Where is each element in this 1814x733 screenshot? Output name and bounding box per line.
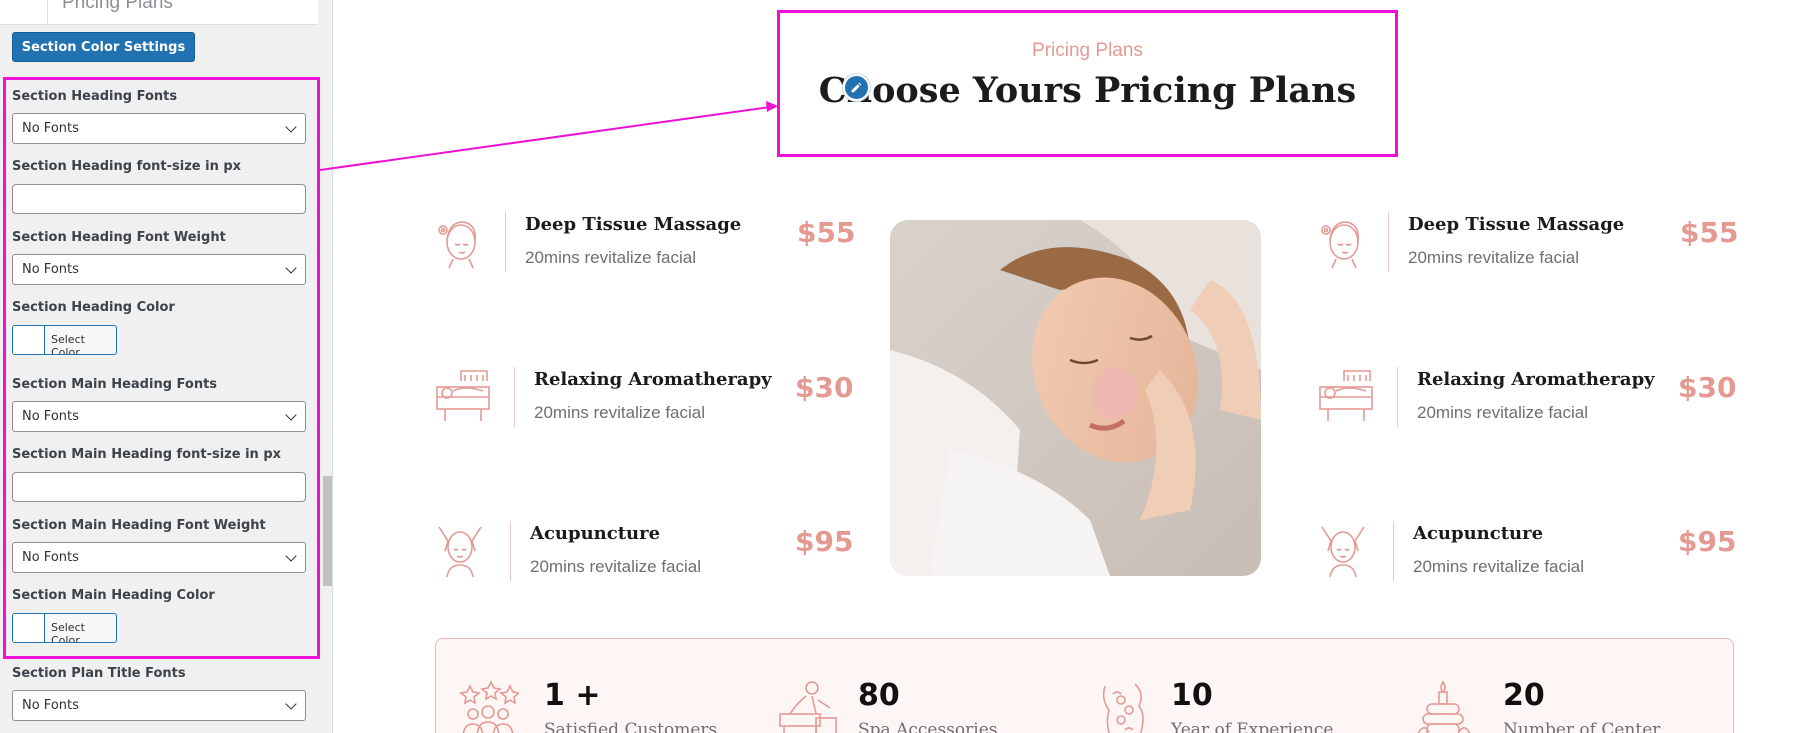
color-swatch bbox=[13, 326, 45, 354]
service-divider bbox=[510, 521, 511, 581]
face-massage-icon bbox=[1321, 526, 1365, 578]
service-price: $95 bbox=[1678, 525, 1737, 558]
service-title: Relaxing Aromatherapy bbox=[1417, 369, 1655, 390]
main-heading-color-picker[interactable]: Select Color bbox=[12, 613, 117, 643]
experience-icon bbox=[1102, 683, 1144, 733]
section-subheading: Pricing Plans bbox=[1032, 40, 1143, 61]
service-price: $55 bbox=[1680, 216, 1739, 249]
spa-bed-icon bbox=[436, 370, 490, 421]
face-massage-icon bbox=[438, 526, 482, 578]
heading-fonts-label: Section Heading Fonts bbox=[12, 89, 178, 104]
main-heading-font-weight-label: Section Main Heading Font Weight bbox=[12, 518, 266, 533]
service-item: Relaxing Aromatherapy 20mins revitalize … bbox=[1318, 367, 1738, 437]
service-divider bbox=[1393, 521, 1394, 581]
main-heading-fonts-select[interactable]: No Fonts bbox=[12, 401, 306, 432]
service-desc: 20mins revitalize facial bbox=[525, 248, 697, 267]
main-heading-fonts-label: Section Main Heading Fonts bbox=[12, 377, 218, 392]
service-item: Acupuncture 20mins revitalize facial $95 bbox=[435, 521, 855, 591]
main-heading-font-size-label: Section Main Heading font-size in px bbox=[12, 447, 282, 462]
section-color-settings-button[interactable]: Section Color Settings bbox=[12, 32, 195, 62]
plan-title-fonts-label: Section Plan Title Fonts bbox=[12, 666, 186, 681]
service-desc: 20mins revitalize facial bbox=[534, 403, 706, 422]
service-divider bbox=[505, 212, 506, 272]
color-swatch bbox=[13, 614, 45, 642]
stat-label: Year of Experience bbox=[1171, 720, 1334, 733]
sidebar-item-divider bbox=[47, 0, 48, 25]
service-title: Acupuncture bbox=[530, 523, 661, 544]
service-desc: 20mins revitalize facial bbox=[1417, 403, 1589, 422]
select-color-label: Select Color bbox=[51, 333, 85, 355]
heading-font-weight-label: Section Heading Font Weight bbox=[12, 230, 226, 245]
service-title: Deep Tissue Massage bbox=[525, 214, 742, 235]
stat-label: Satisfied Customers bbox=[544, 720, 718, 733]
chevron-down-icon bbox=[285, 262, 297, 274]
heading-fonts-value: No Fonts bbox=[22, 121, 79, 136]
heading-font-size-label: Section Heading font-size in px bbox=[12, 159, 242, 174]
service-divider bbox=[1388, 212, 1389, 272]
service-price: $30 bbox=[1678, 371, 1737, 404]
main-heading-fonts-value: No Fonts bbox=[22, 409, 79, 424]
service-price: $55 bbox=[797, 216, 856, 249]
sidebar-scrollbar[interactable] bbox=[323, 476, 332, 586]
service-desc: 20mins revitalize facial bbox=[1408, 248, 1580, 267]
service-desc: 20mins revitalize facial bbox=[530, 557, 702, 576]
service-price: $95 bbox=[795, 525, 854, 558]
chevron-down-icon bbox=[285, 550, 297, 562]
service-divider bbox=[1397, 367, 1398, 427]
service-title: Acupuncture bbox=[1413, 523, 1544, 544]
plan-title-fonts-value: No Fonts bbox=[22, 698, 79, 713]
stat-number: 1 + bbox=[544, 678, 601, 713]
heading-fonts-select[interactable]: No Fonts bbox=[12, 113, 306, 144]
customizer-sidebar: Pricing Plans Section Color Settings Sec… bbox=[0, 0, 333, 733]
heading-color-picker[interactable]: Select Color bbox=[12, 325, 117, 355]
facial-woman-icon bbox=[1321, 221, 1360, 269]
facial-woman-icon bbox=[438, 221, 477, 269]
service-item: Relaxing Aromatherapy 20mins revitalize … bbox=[435, 367, 855, 437]
main-heading-color-label: Section Main Heading Color bbox=[12, 588, 215, 603]
stat-number: 80 bbox=[858, 678, 900, 713]
service-title: Deep Tissue Massage bbox=[1408, 214, 1625, 235]
chevron-down-icon bbox=[285, 409, 297, 421]
spa-accessories-icon bbox=[779, 681, 837, 733]
spa-facial-photo bbox=[890, 220, 1261, 576]
stat-label: Number of Center bbox=[1503, 720, 1661, 733]
sidebar-item-pricing-plans[interactable]: Pricing Plans bbox=[0, 0, 318, 25]
main-heading-font-size-input[interactable] bbox=[12, 472, 306, 502]
service-desc: 20mins revitalize facial bbox=[1413, 557, 1585, 576]
heading-color-label: Section Heading Color bbox=[12, 300, 175, 315]
chevron-down-icon bbox=[285, 121, 297, 133]
chevron-down-icon bbox=[285, 698, 297, 710]
select-color-label: Select Color bbox=[51, 621, 85, 643]
customers-icon bbox=[459, 680, 519, 733]
service-item: Deep Tissue Massage 20mins revitalize fa… bbox=[435, 212, 855, 282]
section-heading: Choose Yours Pricing Plans bbox=[818, 70, 1357, 111]
main-heading-font-weight-value: No Fonts bbox=[22, 550, 79, 565]
heading-font-weight-select[interactable]: No Fonts bbox=[12, 254, 306, 285]
spa-center-icon bbox=[1417, 680, 1471, 733]
edit-pencil-icon[interactable] bbox=[843, 74, 870, 101]
service-item: Deep Tissue Massage 20mins revitalize fa… bbox=[1318, 212, 1738, 282]
service-price: $30 bbox=[795, 371, 854, 404]
stat-number: 10 bbox=[1171, 678, 1213, 713]
plan-title-fonts-select[interactable]: No Fonts bbox=[12, 690, 306, 721]
stat-number: 20 bbox=[1503, 678, 1545, 713]
heading-font-size-input[interactable] bbox=[12, 184, 306, 214]
heading-font-weight-value: No Fonts bbox=[22, 262, 79, 277]
service-divider bbox=[514, 367, 515, 427]
sidebar-item-label: Pricing Plans bbox=[62, 0, 173, 13]
main-heading-font-weight-select[interactable]: No Fonts bbox=[12, 542, 306, 573]
spa-bed-icon bbox=[1319, 370, 1373, 421]
service-item: Acupuncture 20mins revitalize facial $95 bbox=[1318, 521, 1738, 591]
service-title: Relaxing Aromatherapy bbox=[534, 369, 772, 390]
stat-label: Spa Accessories bbox=[858, 720, 998, 733]
